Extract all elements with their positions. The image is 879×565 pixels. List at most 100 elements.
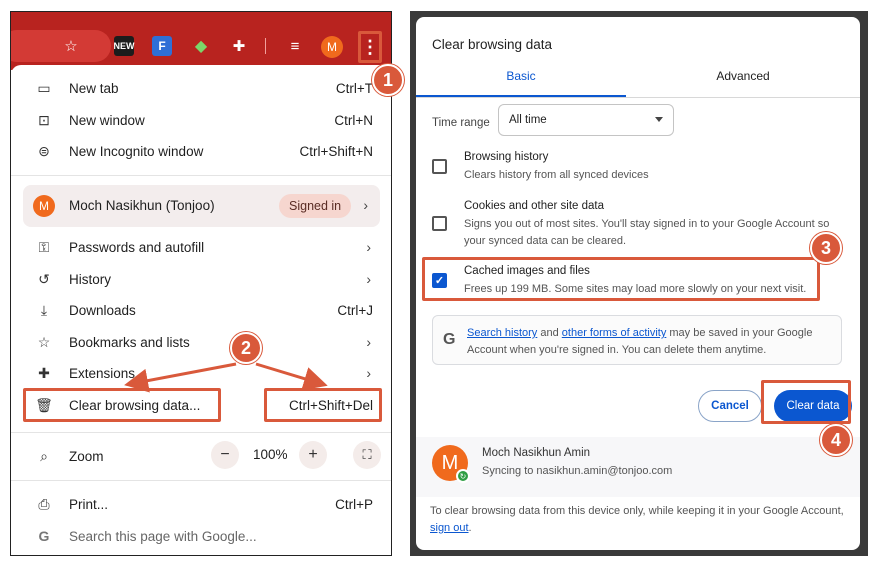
google-g-icon: G bbox=[38, 528, 50, 544]
chevron-right-icon: › bbox=[366, 334, 371, 350]
menu-item-shortcut: Ctrl+Shift+N bbox=[299, 143, 373, 159]
menu-item-shortcut: Ctrl+T bbox=[335, 80, 373, 96]
extension-new-icon[interactable]: NEW bbox=[114, 36, 135, 56]
menu-item-label: New Incognito window bbox=[69, 143, 204, 159]
account-name: Moch Nasikhun Amin bbox=[482, 447, 591, 459]
chrome-menu-panel: ☆ NEW F ◆ ✚ ≡ M ⋮ ▭ New tab Ctrl+T ⊡ New… bbox=[10, 11, 392, 556]
account-section: M ↻ Moch Nasikhun Amin Syncing to nasikh… bbox=[416, 437, 860, 497]
time-range-value: All time bbox=[509, 114, 547, 126]
time-range-select[interactable]: All time bbox=[498, 104, 674, 136]
menu-item-print[interactable]: ⎙ Print... Ctrl+P bbox=[11, 489, 391, 519]
browsing-history-checkbox[interactable] bbox=[432, 159, 447, 174]
new-window-icon: ⊡ bbox=[38, 111, 50, 128]
menu-divider bbox=[11, 175, 391, 176]
menu-item-new-incognito[interactable]: ⊜ New Incognito window Ctrl+Shift+N bbox=[11, 136, 391, 166]
highlight-clear-button bbox=[761, 380, 851, 424]
step-badge-2: 2 bbox=[230, 332, 262, 364]
zoom-out-button[interactable]: − bbox=[211, 441, 239, 469]
extensions-puzzle-icon[interactable]: ✚ bbox=[229, 36, 249, 56]
sign-out-link[interactable]: sign out bbox=[430, 522, 469, 534]
chevron-right-icon: › bbox=[366, 239, 371, 255]
chevron-right-icon: › bbox=[366, 271, 371, 287]
menu-item-shortcut: Ctrl+J bbox=[337, 302, 373, 318]
highlight-clear-shortcut bbox=[264, 388, 382, 422]
step-badge-4: 4 bbox=[820, 424, 852, 456]
option-desc: Signs you out of most sites. You'll stay… bbox=[464, 218, 830, 247]
caret-down-icon bbox=[655, 117, 663, 122]
bookmark-star-icon[interactable]: ☆ bbox=[61, 36, 81, 56]
google-activity-info: G Search history and other forms of acti… bbox=[432, 315, 842, 365]
menu-item-label: Bookmarks and lists bbox=[69, 334, 190, 350]
cancel-label: Cancel bbox=[711, 400, 749, 412]
extension-f-label: F bbox=[158, 39, 166, 53]
menu-item-downloads[interactable]: ⤓ Downloads Ctrl+J bbox=[11, 295, 391, 325]
footer-text: To clear browsing data from this device … bbox=[430, 505, 844, 517]
account-sync-status: Syncing to nasikhun.amin@tonjoo.com bbox=[482, 465, 673, 477]
star-icon: ☆ bbox=[37, 333, 51, 350]
zoom-value: 100% bbox=[253, 447, 288, 462]
signed-in-badge: Signed in bbox=[279, 194, 352, 218]
menu-item-search-page[interactable]: G Search this page with Google... bbox=[11, 521, 391, 551]
cookies-checkbox[interactable] bbox=[432, 216, 447, 231]
menu-item-passwords[interactable]: ⚿ Passwords and autofill › bbox=[11, 232, 391, 262]
step-badge-3: 3 bbox=[810, 232, 842, 264]
incognito-icon: ⊜ bbox=[38, 142, 50, 159]
menu-item-history[interactable]: ↺ History › bbox=[11, 264, 391, 294]
profile-row-avatar: M bbox=[33, 195, 55, 217]
printer-icon: ⎙ bbox=[38, 495, 50, 512]
menu-item-bookmarks[interactable]: ☆ Bookmarks and lists › bbox=[11, 327, 391, 357]
extension-f-icon[interactable]: F bbox=[152, 36, 172, 56]
history-icon: ↺ bbox=[38, 270, 50, 287]
download-icon: ⤓ bbox=[40, 301, 48, 318]
menu-item-label: Zoom bbox=[69, 448, 104, 464]
account-initial: M bbox=[441, 451, 459, 474]
zoom-in-button[interactable]: + bbox=[299, 441, 327, 469]
browser-toolbar: ☆ NEW F ◆ ✚ ≡ M ⋮ bbox=[11, 12, 391, 70]
menu-item-label: History bbox=[69, 271, 112, 287]
menu-item-new-window[interactable]: ⊡ New window Ctrl+N bbox=[11, 105, 391, 135]
puzzle-icon: ✚ bbox=[38, 364, 50, 381]
menu-item-label: Search this page with Google... bbox=[69, 528, 257, 544]
tab-basic[interactable]: Basic bbox=[416, 69, 626, 93]
option-title: Browsing history bbox=[464, 151, 549, 163]
step-number: 4 bbox=[830, 429, 841, 450]
info-and: and bbox=[537, 327, 562, 339]
fullscreen-icon[interactable]: ⛶ bbox=[353, 441, 381, 469]
menu-profile-row[interactable]: M Moch Nasikhun (Tonjoo) Signed in › bbox=[23, 185, 380, 227]
tab-advanced[interactable]: Advanced bbox=[626, 69, 860, 93]
new-tab-icon: ▭ bbox=[37, 79, 51, 96]
cancel-button[interactable]: Cancel bbox=[698, 390, 762, 422]
chevron-right-icon: › bbox=[363, 197, 368, 213]
zoom-icon: ⌕ bbox=[40, 447, 48, 464]
menu-item-label: New tab bbox=[69, 80, 119, 96]
chrome-dropdown-menu: ▭ New tab Ctrl+T ⊡ New window Ctrl+N ⊜ N… bbox=[11, 65, 391, 555]
menu-item-new-tab[interactable]: ▭ New tab Ctrl+T bbox=[11, 73, 391, 103]
tab-divider bbox=[416, 97, 860, 98]
menu-item-shortcut: Ctrl+P bbox=[335, 496, 373, 512]
other-activity-link[interactable]: other forms of activity bbox=[562, 327, 667, 339]
step-number: 2 bbox=[240, 337, 251, 358]
menu-kebab-button[interactable]: ⋮ bbox=[358, 31, 382, 63]
dialog-title: Clear browsing data bbox=[432, 37, 553, 52]
extension-leaf-icon[interactable]: ◆ bbox=[191, 36, 211, 56]
menu-item-extensions[interactable]: ✚ Extensions › bbox=[11, 358, 391, 388]
menu-item-shortcut: Ctrl+N bbox=[334, 112, 373, 128]
media-playlist-icon[interactable]: ≡ bbox=[285, 36, 305, 56]
clear-browsing-data-dialog: Clear browsing data Basic Advanced Time … bbox=[416, 17, 860, 550]
zoom-out-label: − bbox=[220, 446, 230, 463]
highlight-cached-option bbox=[422, 257, 820, 301]
step-badge-1: 1 bbox=[372, 64, 404, 96]
sign-out-footer: To clear browsing data from this device … bbox=[430, 503, 850, 537]
menu-divider bbox=[11, 480, 391, 481]
menu-item-label: New window bbox=[69, 112, 145, 128]
profile-avatar[interactable]: M bbox=[321, 36, 343, 58]
chevron-right-icon: › bbox=[366, 365, 371, 381]
tab-advanced-label: Advanced bbox=[716, 69, 770, 83]
option-desc: Clears history from all synced devices bbox=[464, 169, 649, 181]
clear-data-panel: Clear browsing data Basic Advanced Time … bbox=[410, 11, 868, 556]
menu-item-zoom: ⌕ Zoom bbox=[11, 441, 391, 471]
toolbar-separator bbox=[265, 38, 266, 54]
search-history-link[interactable]: Search history bbox=[467, 327, 537, 339]
info-text: Search history and other forms of activi… bbox=[467, 325, 837, 359]
menu-item-label: Downloads bbox=[69, 302, 136, 318]
